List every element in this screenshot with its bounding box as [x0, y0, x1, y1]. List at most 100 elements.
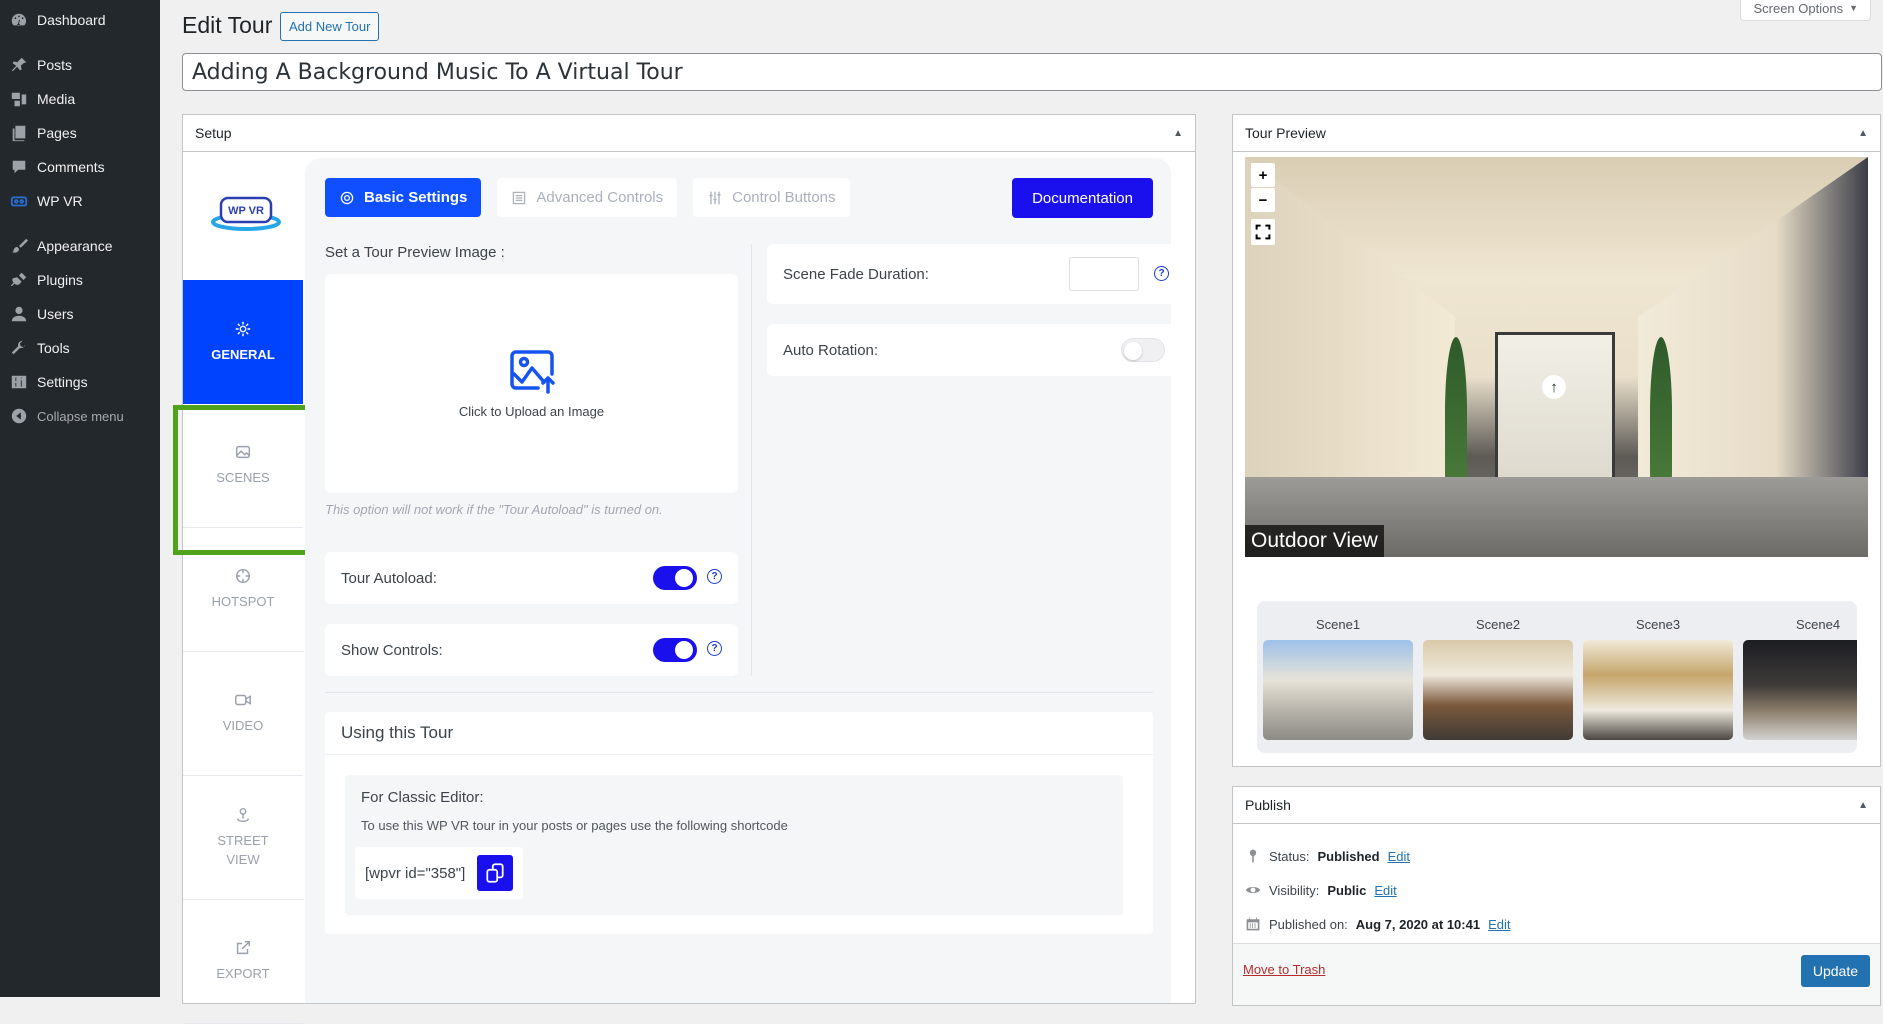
menu-label: Comments: [37, 159, 105, 175]
nav-label-line2: VIEW: [226, 851, 260, 867]
menu-item-posts[interactable]: Posts: [0, 48, 160, 82]
section-divider: [325, 692, 1153, 693]
calendar-icon: [1246, 917, 1260, 931]
move-to-trash-link[interactable]: Move to Trash: [1243, 962, 1325, 977]
scene-gallery: Scene1 Scene2 Scene3 Scene4: [1257, 601, 1857, 753]
tour-title-input[interactable]: Adding A Background Music To A Virtual T…: [182, 53, 1882, 91]
video-icon: [235, 695, 251, 706]
collapse-arrow-icon[interactable]: ▲: [1858, 800, 1868, 811]
pin-icon: [9, 55, 29, 75]
menu-label: Dashboard: [37, 12, 106, 28]
tour-autoload-toggle[interactable]: [653, 566, 697, 590]
tab-control-buttons[interactable]: Control Buttons: [693, 178, 850, 217]
caret-down-icon: ▼: [1849, 3, 1858, 13]
setup-title: Setup: [195, 125, 232, 141]
gear-icon: [340, 191, 354, 204]
visibility-label: Visibility:: [1269, 882, 1320, 898]
visibility-row: Visibility: Public Edit: [1245, 882, 1397, 898]
upload-image-dropzone[interactable]: Click to Upload an Image: [325, 274, 738, 493]
published-on-row: Published on: Aug 7, 2020 at 10:41 Edit: [1245, 916, 1510, 932]
setup-panel: Setup ▲ WP VR GENERAL SCENES HOTSPOT VID…: [173, 114, 1196, 1024]
scene-thumbnail[interactable]: Scene4: [1743, 617, 1857, 740]
usage-title: Using this Tour: [325, 712, 1153, 755]
list-icon: [513, 191, 526, 204]
shortcode-text[interactable]: [wpvr id="358"]: [365, 865, 465, 882]
zoom-out-button[interactable]: −: [1251, 188, 1275, 212]
show-controls-row: Show Controls: ?: [325, 624, 738, 676]
zoom-in-button[interactable]: +: [1251, 163, 1275, 187]
sliders-icon: [9, 372, 29, 392]
scene-thumbnail[interactable]: Scene2: [1423, 617, 1573, 740]
pin-icon: [1249, 849, 1257, 863]
menu-label: Posts: [37, 57, 73, 73]
collapse-arrow-icon[interactable]: ▲: [1173, 128, 1183, 139]
edit-status-link[interactable]: Edit: [1388, 849, 1410, 864]
menu-item-wp-vr[interactable]: WP VR: [0, 184, 160, 218]
menu-item-media[interactable]: Media: [0, 82, 160, 116]
collapse-arrow-icon[interactable]: ▲: [1858, 128, 1868, 139]
menu-item-dashboard[interactable]: Dashboard: [0, 3, 160, 37]
menu-item-users[interactable]: Users: [0, 297, 160, 331]
pages-icon: [9, 123, 29, 143]
menu-label: Users: [37, 306, 74, 322]
fullscreen-button[interactable]: [1251, 219, 1275, 245]
edit-date-link[interactable]: Edit: [1488, 917, 1510, 932]
menu-item-settings[interactable]: Settings: [0, 365, 160, 399]
auto-rotation-label: Auto Rotation:: [783, 341, 879, 359]
nav-tab-scenes[interactable]: SCENES: [183, 404, 303, 528]
scene-thumbnail[interactable]: Scene3: [1583, 617, 1733, 740]
page-title: Edit Tour: [182, 12, 273, 38]
menu-item-pages[interactable]: Pages: [0, 116, 160, 150]
status-value: Published: [1317, 848, 1380, 864]
menu-item-plugins[interactable]: Plugins: [0, 263, 160, 297]
publish-header[interactable]: Publish ▲: [1233, 787, 1880, 824]
image-upload-icon: [509, 350, 555, 394]
tour-preview-title: Tour Preview: [1245, 125, 1326, 141]
scene-label: Scene3: [1635, 617, 1681, 632]
tab-label: Control Buttons: [732, 189, 836, 206]
help-icon[interactable]: ?: [1154, 266, 1169, 281]
setup-header[interactable]: Setup ▲: [183, 115, 1195, 152]
tab-label: Basic Settings: [364, 189, 468, 206]
nav-tab-hotspot[interactable]: HOTSPOT: [183, 528, 303, 652]
documentation-button[interactable]: Documentation: [1012, 178, 1153, 218]
status-row: Status: Published Edit: [1245, 848, 1410, 864]
auto-rotation-toggle[interactable]: [1121, 338, 1165, 362]
vr-nav: WP VR GENERAL SCENES HOTSPOT VIDEO STREE…: [173, 152, 317, 1024]
nav-tab-video[interactable]: VIDEO: [183, 652, 303, 776]
setup-body: Basic Settings Advanced Controls Control…: [305, 158, 1181, 1003]
update-button[interactable]: Update: [1800, 955, 1870, 987]
street-view-icon: [236, 808, 250, 823]
nav-tab-export[interactable]: EXPORT: [183, 900, 303, 1024]
scene-thumbnail[interactable]: Scene1: [1263, 617, 1413, 740]
show-controls-label: Show Controls:: [341, 641, 443, 659]
nav-label: SCENES: [216, 470, 270, 486]
tab-advanced-controls[interactable]: Advanced Controls: [497, 178, 678, 217]
user-icon: [9, 304, 29, 324]
column-divider: [751, 244, 752, 676]
panorama-viewer[interactable]: + − ↑ Outdoor View: [1245, 157, 1868, 557]
add-new-tour-button[interactable]: Add New Tour: [280, 12, 380, 41]
menu-item-appearance[interactable]: Appearance: [0, 229, 160, 263]
screen-options-button[interactable]: Screen Options ▼: [1740, 0, 1871, 21]
nav-tab-general[interactable]: GENERAL: [183, 280, 303, 404]
tab-label: Advanced Controls: [536, 189, 664, 206]
vr-headset-icon: [9, 191, 29, 211]
collapse-menu-button[interactable]: Collapse menu: [0, 399, 160, 433]
tab-basic-settings[interactable]: Basic Settings: [325, 178, 482, 217]
edit-visibility-link[interactable]: Edit: [1374, 883, 1396, 898]
tour-preview-header[interactable]: Tour Preview ▲: [1233, 115, 1880, 152]
copy-shortcode-button[interactable]: [477, 855, 514, 891]
hotspot-arrow[interactable]: ↑: [1542, 375, 1566, 399]
nav-tab-street-view[interactable]: STREET VIEW: [183, 776, 303, 900]
visibility-value: Public: [1327, 882, 1367, 898]
tour-autoload-row: Tour Autoload: ?: [325, 552, 738, 604]
menu-item-comments[interactable]: Comments: [0, 150, 160, 184]
show-controls-toggle[interactable]: [653, 638, 697, 662]
nav-label: HOTSPOT: [211, 594, 275, 610]
menu-item-tools[interactable]: Tools: [0, 331, 160, 365]
auto-rotation-row: Auto Rotation:: [767, 324, 1181, 376]
help-icon[interactable]: ?: [707, 641, 722, 656]
help-icon[interactable]: ?: [707, 569, 722, 584]
scene-fade-input[interactable]: [1069, 257, 1139, 291]
